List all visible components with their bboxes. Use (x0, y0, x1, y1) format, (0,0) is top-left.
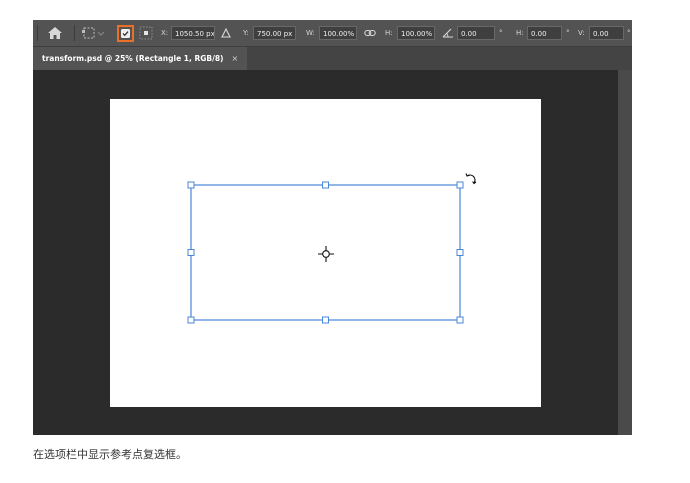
vertical-skew-label: V: (578, 29, 585, 37)
document-tab-title: transform.psd @ 25% (Rectangle 1, RGB/8) (42, 54, 224, 63)
selection-tool-icon (82, 27, 105, 39)
transform-handle-bottom-right[interactable] (456, 316, 464, 324)
transform-tool-button[interactable] (81, 20, 105, 46)
transform-handle-middle-right[interactable] (456, 249, 464, 256)
vertical-scrollbar[interactable] (618, 70, 632, 435)
reference-point-grid-icon (139, 26, 153, 40)
document-canvas[interactable] (110, 99, 541, 407)
y-label: Y: (243, 29, 249, 37)
h-label: H: (385, 29, 393, 37)
figure-caption: 在选项栏中显示参考点复选框。 (33, 448, 187, 461)
x-label: X: (161, 29, 169, 37)
maintain-aspect-ratio-button[interactable] (364, 20, 376, 46)
degree-unit: ° (499, 29, 503, 37)
home-icon (48, 27, 62, 39)
reference-point-checkbox-highlight (117, 24, 134, 42)
degree-unit: ° (627, 29, 631, 37)
document-tab-bar: transform.psd @ 25% (Rectangle 1, RGB/8)… (33, 47, 632, 70)
checkbox-checked-icon (121, 28, 130, 38)
transform-handle-top-right[interactable] (456, 181, 464, 189)
reference-point-checkbox[interactable] (117, 20, 134, 46)
rotate-icon (465, 173, 477, 185)
reference-point-crosshair-icon[interactable] (318, 246, 334, 262)
separator (37, 25, 38, 41)
close-icon[interactable]: × (231, 54, 238, 63)
horizontal-skew-label: H: (516, 29, 524, 37)
transform-overlay (187, 173, 477, 324)
transform-bounding-box[interactable] (190, 184, 461, 321)
options-bar: X: 1050.50 px Y: 750.00 px W: 100.00% H:… (33, 20, 632, 47)
relative-position-button[interactable] (221, 20, 231, 46)
x-position-field[interactable]: 1050.50 px (171, 26, 215, 40)
transform-handle-top-left[interactable] (187, 181, 195, 189)
degree-unit: ° (566, 29, 570, 37)
height-field[interactable]: 100.00% (397, 26, 435, 40)
rotation-angle-field[interactable]: 0.00 (457, 26, 495, 40)
angle-icon (442, 28, 453, 38)
transform-handle-top-center[interactable] (322, 181, 329, 189)
width-field[interactable]: 100.00% (319, 26, 357, 40)
y-position-field[interactable]: 750.00 px (253, 26, 296, 40)
home-button[interactable] (47, 20, 63, 46)
vertical-skew-field[interactable]: 0.00 (589, 26, 624, 40)
transform-handle-bottom-left[interactable] (187, 316, 195, 324)
photoshop-window: X: 1050.50 px Y: 750.00 px W: 100.00% H:… (33, 20, 632, 435)
reference-point-locator[interactable] (139, 20, 153, 46)
delta-icon (221, 28, 231, 38)
transform-handle-bottom-center[interactable] (322, 316, 329, 324)
rotate-angle-label (442, 20, 454, 46)
horizontal-skew-field[interactable]: 0.00 (527, 26, 562, 40)
transform-handle-middle-left[interactable] (187, 249, 195, 256)
link-icon (364, 29, 376, 37)
document-tab[interactable]: transform.psd @ 25% (Rectangle 1, RGB/8)… (33, 47, 247, 70)
separator (74, 25, 75, 41)
w-label: W: (306, 29, 315, 37)
